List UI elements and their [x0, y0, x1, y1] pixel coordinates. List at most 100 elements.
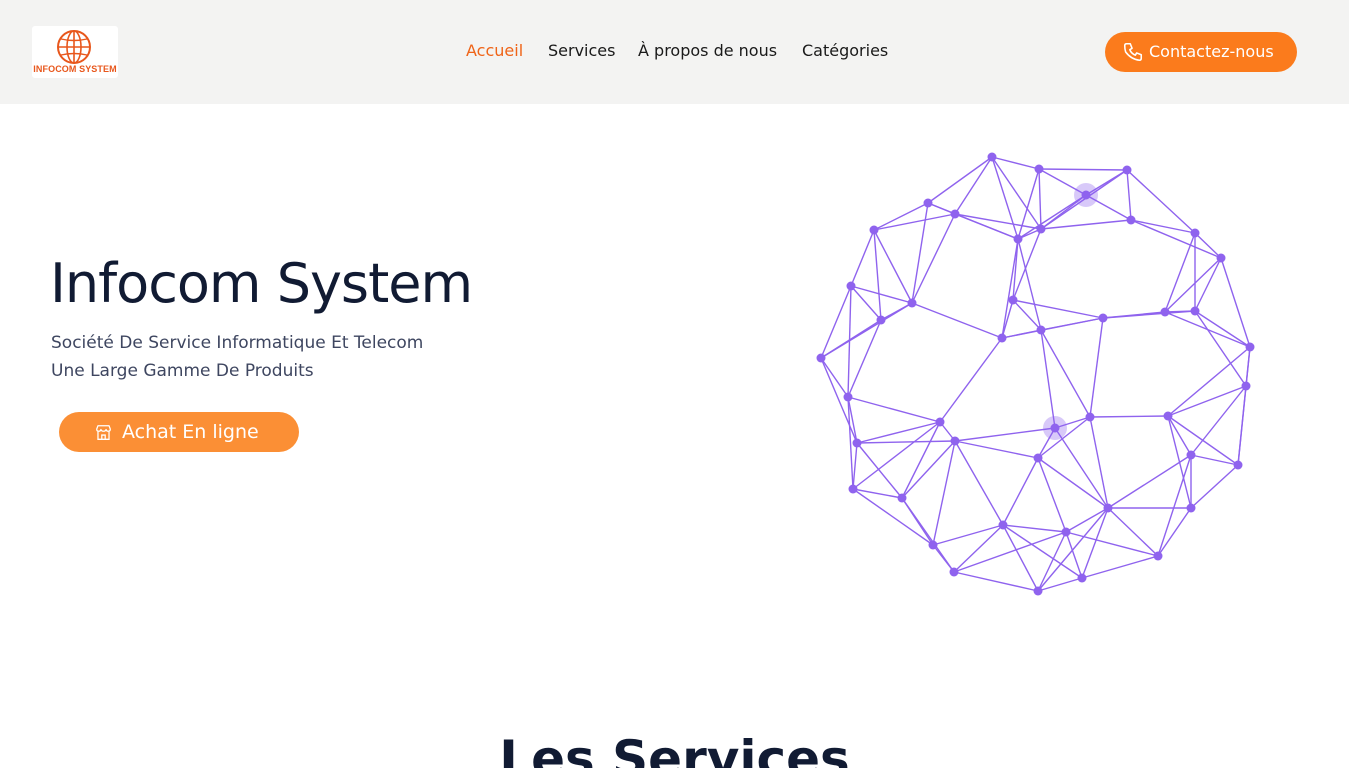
network-link — [1164, 311, 1251, 348]
network-node — [997, 333, 1007, 343]
network-link — [1038, 168, 1042, 230]
network-link — [1107, 454, 1192, 509]
network-node — [1153, 551, 1163, 561]
network-link — [856, 442, 903, 499]
network-node — [1241, 381, 1251, 391]
network-link — [954, 213, 1019, 240]
network-link — [927, 156, 993, 204]
network-node — [852, 438, 862, 448]
network-node — [998, 520, 1008, 530]
site-header: INFOCOM SYSTEM Accueil Services À propos… — [0, 0, 1349, 104]
network-link — [873, 229, 882, 321]
network-link — [1130, 219, 1196, 234]
network-link — [1164, 257, 1222, 313]
network-node — [1036, 224, 1046, 234]
network-link — [954, 440, 1004, 526]
network-node — [1190, 306, 1200, 316]
network-link — [954, 156, 993, 215]
network-node — [1190, 228, 1200, 238]
network-link — [1167, 346, 1251, 417]
network-link — [1089, 415, 1169, 418]
contact-button[interactable]: Contactez-nous — [1105, 32, 1297, 72]
nav-item-a-propos[interactable]: À propos de nous — [638, 41, 777, 60]
network-globe-illustration — [816, 152, 1255, 596]
network-link — [954, 213, 1042, 230]
network-link — [1037, 577, 1083, 592]
network-node — [928, 540, 938, 550]
network-link — [1190, 464, 1239, 509]
network-node — [1160, 307, 1170, 317]
network-link — [1017, 238, 1042, 331]
network-node — [935, 417, 945, 427]
network-link — [873, 229, 913, 304]
network-node — [1245, 342, 1255, 352]
network-node — [949, 567, 959, 577]
globe-logo-icon — [57, 30, 91, 64]
network-link — [991, 156, 1019, 240]
network-node — [1033, 453, 1043, 463]
network-node — [1085, 412, 1095, 422]
network-link — [847, 396, 941, 423]
network-node — [1050, 423, 1060, 433]
network-link — [1164, 232, 1196, 313]
nav-item-services[interactable]: Services — [548, 41, 615, 60]
hero-subtitle-1: Société De Service Informatique Et Telec… — [51, 333, 424, 353]
nav-item-categories[interactable]: Catégories — [802, 41, 888, 60]
network-node — [987, 152, 997, 162]
network-link — [1002, 457, 1039, 526]
network-node — [1061, 527, 1071, 537]
network-node — [923, 198, 933, 208]
logo[interactable]: INFOCOM SYSTEM — [32, 26, 118, 78]
network-link — [820, 285, 852, 359]
buy-online-button[interactable]: Achat En ligne — [59, 412, 299, 452]
network-node — [869, 225, 879, 235]
network-node — [1186, 450, 1196, 460]
network-node — [816, 353, 826, 363]
network-link — [1037, 457, 1067, 533]
network-link — [852, 488, 934, 546]
network-link — [1130, 219, 1222, 259]
nav-item-accueil[interactable]: Accueil — [466, 41, 523, 60]
network-link — [1126, 169, 1132, 221]
network-node — [1013, 234, 1023, 244]
network-node — [950, 209, 960, 219]
network-link — [873, 213, 956, 231]
network-node — [1008, 295, 1018, 305]
network-link — [1002, 524, 1039, 592]
phone-icon — [1123, 42, 1143, 62]
network-node — [1033, 586, 1043, 596]
network-link — [954, 440, 1039, 459]
contact-button-label: Contactez-nous — [1149, 42, 1274, 61]
network-link — [1102, 310, 1196, 319]
network-link — [856, 421, 941, 444]
network-link — [1001, 317, 1104, 339]
network-node — [848, 484, 858, 494]
network-node — [950, 436, 960, 446]
network-node — [1036, 325, 1046, 335]
network-link — [1220, 257, 1251, 348]
network-node — [1122, 165, 1132, 175]
network-node — [907, 298, 917, 308]
network-link — [1065, 507, 1109, 533]
hero-title: Infocom System — [50, 252, 473, 315]
network-node — [1098, 313, 1108, 323]
network-node — [1216, 253, 1226, 263]
network-link — [954, 427, 1056, 442]
network-link — [850, 229, 875, 287]
network-node — [1163, 411, 1173, 421]
network-link — [1194, 257, 1222, 312]
network-link — [1237, 346, 1251, 466]
network-node — [897, 493, 907, 503]
network-link — [1194, 232, 1222, 259]
services-section-title: Les Services — [499, 730, 850, 768]
network-link — [850, 285, 882, 321]
network-link — [1081, 507, 1109, 579]
network-node — [1077, 573, 1087, 583]
network-link — [1157, 507, 1192, 557]
network-link — [850, 285, 913, 304]
network-link — [1040, 329, 1056, 429]
network-link — [1167, 415, 1192, 456]
network-node — [846, 281, 856, 291]
network-link — [901, 440, 956, 499]
network-link — [901, 421, 941, 499]
